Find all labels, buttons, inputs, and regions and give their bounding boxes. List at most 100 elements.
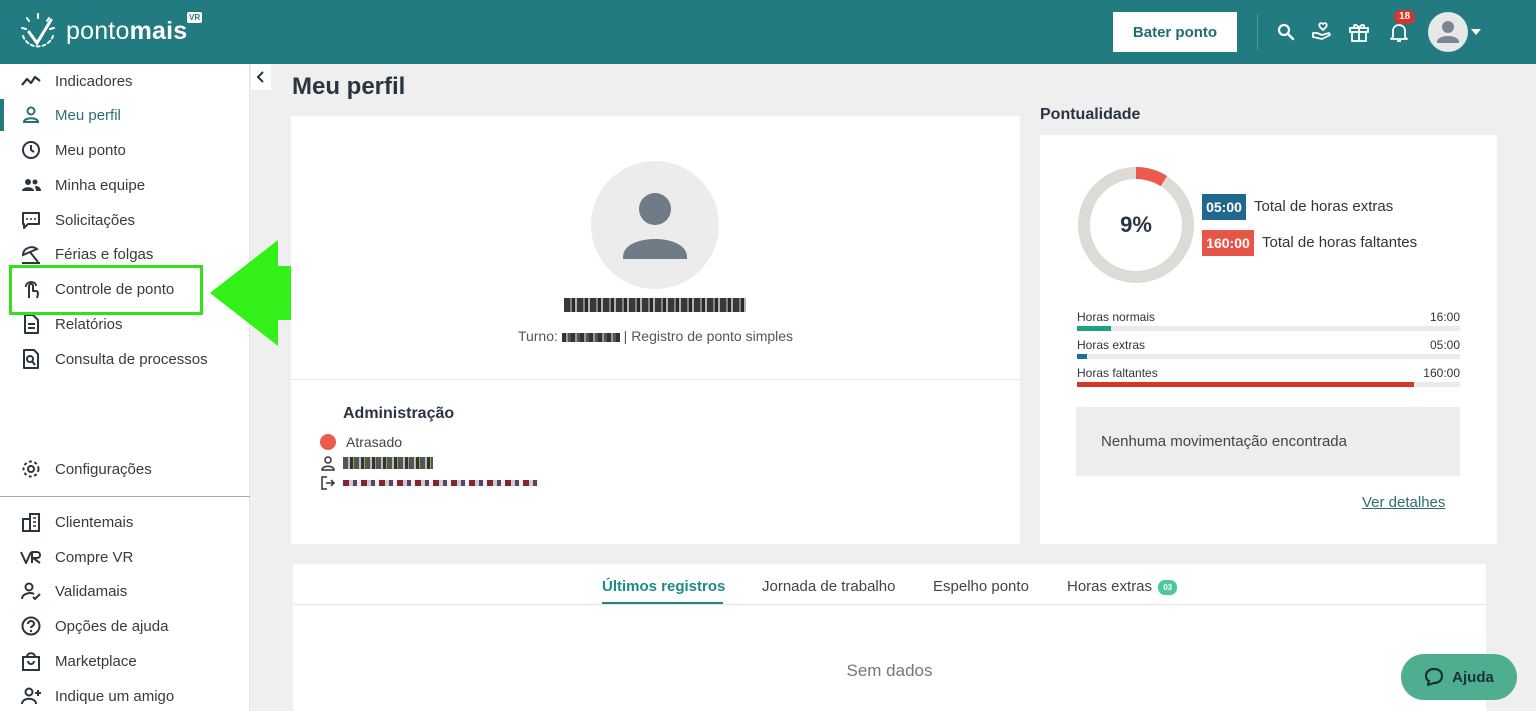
group-icon [22,179,41,191]
hand-heart-icon[interactable] [1310,20,1334,44]
extras-label: Total de horas extras [1254,198,1394,215]
sidebar-item-label: Meu ponto [55,141,126,159]
tab-horas-extras[interactable]: Horas extras 03 [1067,578,1178,595]
tab-ultimos-registros[interactable]: Últimos registros [602,578,725,595]
sidebar-divider [0,496,250,497]
turno-type: | Registro de ponto simples [623,328,794,344]
sidebar-item-minha-equipe[interactable]: Minha equipe [0,168,250,202]
bar-fill [1077,382,1415,387]
faltantes-label: Total de horas faltantes [1262,234,1418,251]
email-redacted [343,480,539,486]
bar-horas-faltantes: Horas faltantes 160:00 [1077,366,1460,390]
sidebar-item-meu-ponto[interactable]: Meu ponto [0,133,250,167]
bar-fill [1077,326,1112,331]
sidebar-item-label: Clientemais [55,513,134,531]
empty-state: Sem dados [846,661,933,680]
search-icon[interactable] [1274,20,1298,44]
sidebar-item-label: Marketplace [55,652,137,670]
login-icon [321,476,336,490]
gift-icon[interactable] [1347,20,1371,44]
collapse-sidebar-button[interactable] [251,64,271,90]
sidebar-item-label: Minha equipe [55,176,146,194]
notification-badge: 18 [1394,10,1416,24]
bar-track [1077,326,1460,331]
sidebar-item-ajuda[interactable]: Opções de ajuda [0,609,250,643]
document-icon [24,314,39,334]
bar-horas-extras: Horas extras 05:00 [1077,338,1460,362]
logo[interactable]: pontomais [18,10,187,52]
sidebar-item-validamais[interactable]: Validamais [0,574,250,608]
user-avatar[interactable] [1428,12,1468,52]
bar-label: Horas normais [1077,310,1156,324]
profile-avatar[interactable] [591,161,719,289]
vr-icon [20,551,41,564]
top-bar: pontomais VR Bater ponto 18 [0,0,1536,64]
bar-value: 160:00 [1423,366,1460,380]
sidebar-item-meu-perfil[interactable]: Meu perfil [0,98,250,132]
tab-jornada[interactable]: Jornada de trabalho [762,578,895,595]
turno-label: Turno: [517,328,558,344]
records-card: Últimos registros Jornada de trabalho Es… [293,564,1486,711]
chevron-left-icon [256,71,264,83]
profile-name-redacted [564,298,746,312]
clock-icon [22,141,40,159]
vr-badge: VR [187,12,203,23]
sidebar-item-label: Meu perfil [55,106,121,124]
ajuda-button[interactable]: Ajuda [1401,654,1517,700]
sidebar-item-label: Indique um amigo [55,687,175,705]
header-divider [1257,14,1258,50]
bar-value: 05:00 [1429,338,1460,352]
pontualidade-card: 9% 05:00 Total de horas extras 160:00 To… [1040,135,1497,544]
bater-ponto-button[interactable]: Bater ponto [1113,12,1237,52]
sidebar-item-marketplace[interactable]: Marketplace [0,644,250,678]
person-icon [623,193,687,259]
status-dot [320,434,336,450]
sidebar-item-label: Férias e folgas [55,245,154,263]
empty-message: Nenhuma movimentação encontrada [1076,407,1460,476]
faltantes-badge: 160:00 [1202,230,1254,256]
bar-track [1077,354,1460,359]
sidebar-item-clientemais[interactable]: Clientemais [0,505,250,539]
section-title: Administração [343,405,455,422]
bar-track [1077,382,1460,387]
sidebar-item-label: Compre VR [55,548,134,566]
buildings-icon [22,513,40,532]
chart-line-icon [21,75,41,86]
tabs-divider [293,604,1486,605]
tab-badge: 03 [1158,579,1178,595]
bar-label: Horas faltantes [1077,366,1158,380]
logo-text: pontomais [66,16,188,45]
role-redacted [343,457,433,469]
user-plus-icon [21,687,41,705]
user-check-icon [21,582,41,601]
tab-espelho-ponto[interactable]: Espelho ponto [933,578,1029,595]
turno-info: Turno: | Registro de ponto simples [291,328,1020,344]
ver-detalhes-link[interactable]: Ver detalhes [1362,494,1445,511]
profile-card: Turno: | Registro de ponto simples Admin… [291,116,1020,544]
sidebar-item-indique-amigo[interactable]: Indique um amigo [0,679,250,711]
page-title: Meu perfil [292,73,406,100]
sidebar-item-label: Opções de ajuda [55,617,169,635]
sidebar-item-label: Validamais [55,582,128,600]
sidebar-item-label: Solicitações [55,211,136,229]
person-icon [1437,21,1459,43]
sidebar-item-label: Consulta de processos [55,350,208,368]
chevron-down-icon[interactable] [1471,29,1481,35]
pontualidade-percent: 9% [1120,212,1152,237]
turno-redacted [561,332,620,342]
pontualidade-title: Pontualidade [1040,106,1141,123]
person-icon [22,106,40,123]
umbrella-icon [21,246,40,264]
sidebar-item-configuracoes[interactable]: Configurações [0,452,250,486]
sidebar-item-compre-vr[interactable]: Compre VR [0,540,250,574]
sidebar-item-indicadores[interactable]: Indicadores [0,64,250,98]
card-divider [291,379,1020,380]
sidebar-item-consulta-processos[interactable]: Consulta de processos [0,342,250,376]
sidebar-item-solicitacoes[interactable]: Solicitações [0,203,250,237]
sidebar-item-label: Configurações [55,460,152,478]
gear-icon [22,460,40,478]
highlight-box [9,265,203,315]
shopping-bag-icon [22,652,40,671]
chat-bubble-icon [1425,667,1444,687]
sidebar: Indicadores Meu perfil Meu ponto Minha e… [0,64,250,711]
